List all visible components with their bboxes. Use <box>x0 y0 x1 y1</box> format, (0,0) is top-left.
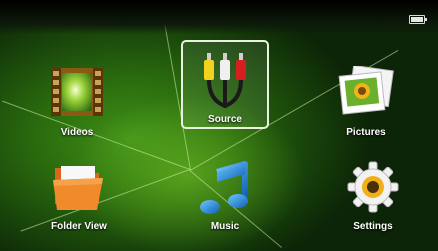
menu-item-label: Music <box>210 221 240 232</box>
menu-item-videos[interactable]: Videos <box>31 52 123 142</box>
home-screen: Videos Source Pictures Folder View Music… <box>0 0 438 251</box>
music-note-icon <box>199 160 251 220</box>
menu-item-label: Folder View <box>51 221 107 232</box>
menu-item-pictures[interactable]: Pictures <box>320 52 412 142</box>
av-cable-icon <box>195 50 255 114</box>
gear-icon <box>346 160 400 218</box>
menu-item-music[interactable]: Music <box>179 146 271 236</box>
battery-icon <box>409 15 427 24</box>
menu-item-label: Source <box>208 114 242 125</box>
menu-item-label: Videos <box>60 127 94 138</box>
menu-item-source[interactable]: Source <box>181 40 269 129</box>
menu-item-label: Pictures <box>346 127 386 138</box>
menu-item-settings[interactable]: Settings <box>327 146 419 236</box>
film-icon <box>50 66 104 122</box>
folder-icon <box>51 160 107 218</box>
photo-icon <box>337 64 395 120</box>
menu-item-label: Settings <box>353 221 393 232</box>
menu-item-folder-view[interactable]: Folder View <box>33 146 125 236</box>
status-bar <box>0 0 438 34</box>
